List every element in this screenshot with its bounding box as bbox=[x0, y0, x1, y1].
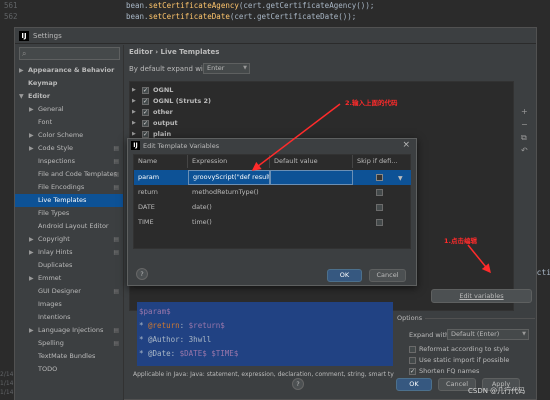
annotation-arrow-2 bbox=[251, 103, 341, 171]
annotation-arrows bbox=[251, 103, 491, 274]
watermark: CSDN @几行代码 bbox=[468, 387, 526, 395]
annotation-step-1: 1.点击编辑 bbox=[444, 237, 477, 245]
annotation-step-2: 2.输入上面的代码 bbox=[345, 99, 398, 107]
annotation-arrow-1 bbox=[467, 244, 491, 274]
